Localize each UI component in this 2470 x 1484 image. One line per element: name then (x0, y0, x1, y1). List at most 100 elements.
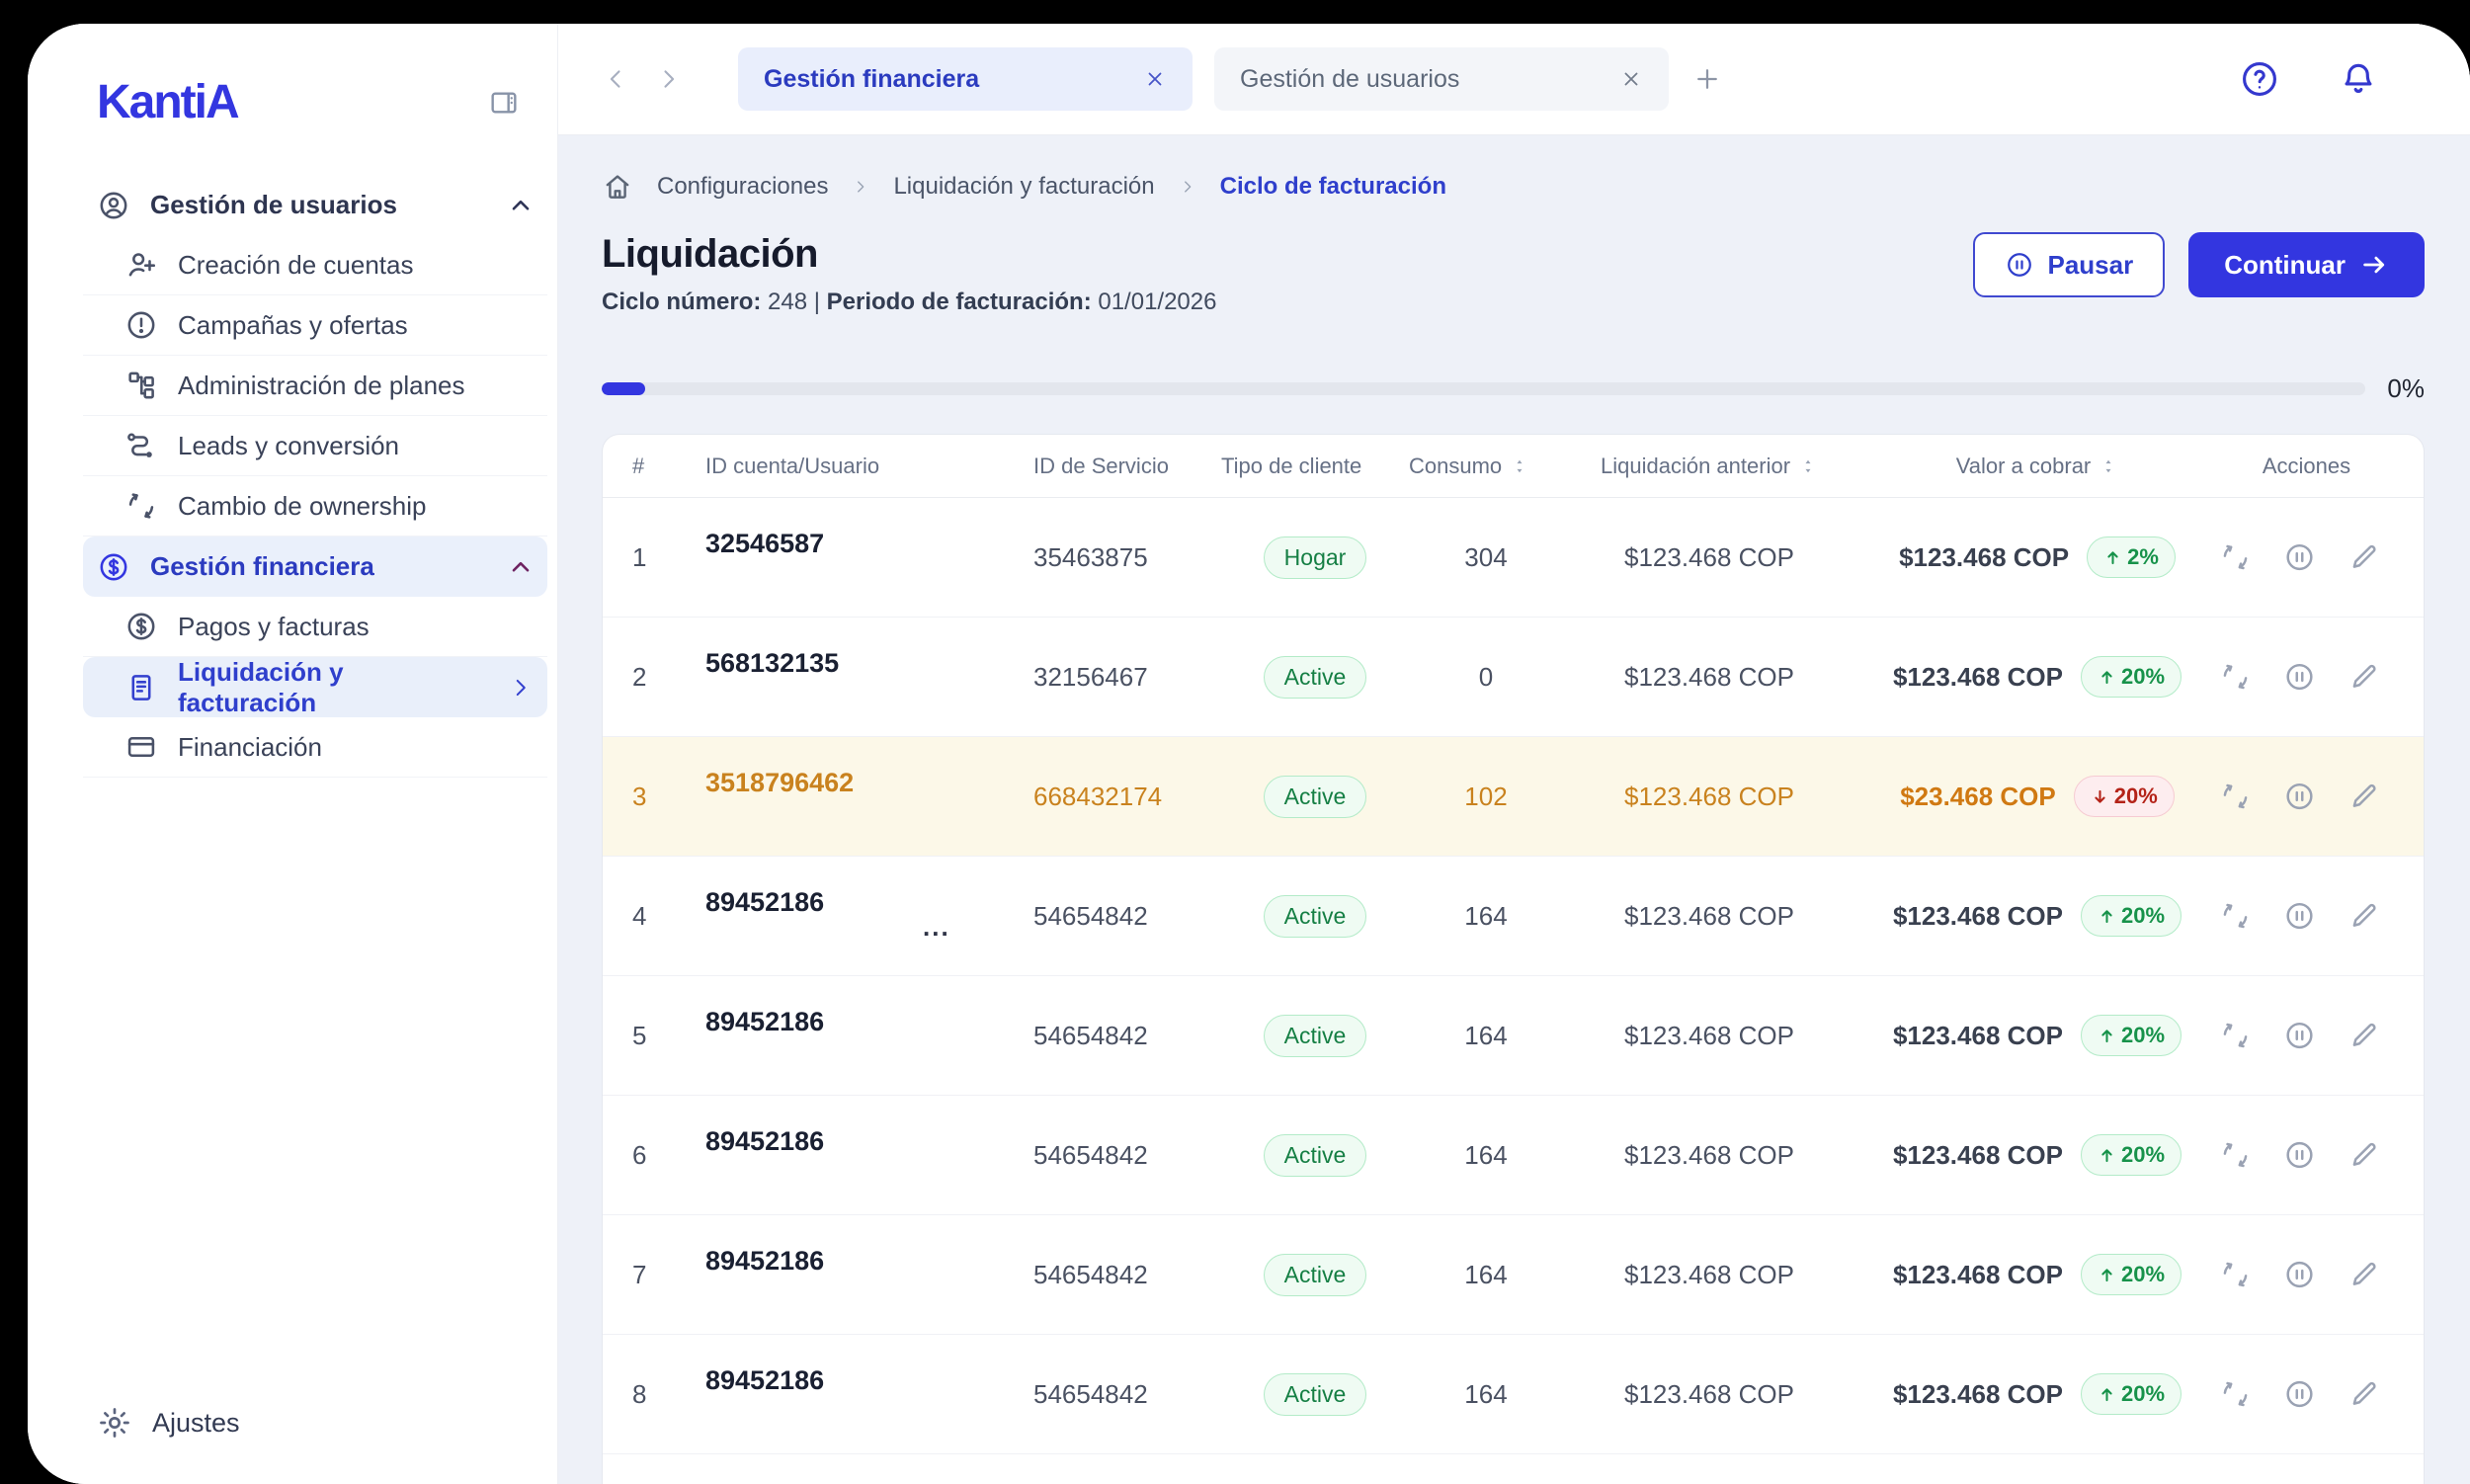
cell-row-number: 4 (632, 901, 705, 932)
column-header-id-de-servicio: ID de Servicio (1033, 453, 1221, 479)
edit-row-button[interactable] (2347, 1258, 2380, 1291)
edit-row-button[interactable] (2347, 899, 2380, 933)
close-icon[interactable] (1619, 67, 1643, 91)
continue-button[interactable]: Continuar (2188, 232, 2425, 297)
value-to-charge: $23.468 COP (1900, 782, 2056, 812)
refresh-row-button[interactable] (2219, 540, 2252, 574)
sidebar-item-creacion-de-cuentas[interactable]: Creación de cuentas (83, 235, 547, 295)
pause-row-button[interactable] (2283, 1138, 2316, 1172)
sidebar-item-financiacion[interactable]: Financiación (83, 717, 547, 778)
pause-row-button[interactable] (2283, 1019, 2316, 1052)
cell-row-number: 8 (632, 1379, 705, 1410)
refresh-row-button[interactable] (2219, 1258, 2252, 1291)
delta-badge: 20% (2081, 1134, 2182, 1176)
app-window: KantiA Gestión de usuariosCreación de cu… (28, 24, 2470, 1484)
refresh-row-button[interactable] (2219, 1138, 2252, 1172)
cell-row-number: 3 (632, 782, 705, 812)
topbar-right-icons (2239, 58, 2379, 100)
column-header-valor-a-cobrar[interactable]: Valor a cobrar (1855, 453, 2219, 479)
refresh-icon (2219, 1019, 2252, 1052)
help-icon[interactable] (2239, 58, 2280, 100)
edit-row-button[interactable] (2347, 1019, 2380, 1052)
column-header-tipo-de-cliente: Tipo de cliente (1221, 453, 1409, 479)
breadcrumb-item-liquidacion-y-facturacion[interactable]: Liquidación y facturación (893, 173, 1154, 201)
arrow-right-icon (2359, 250, 2389, 280)
sidebar-item-label: Liquidación y facturación (178, 657, 488, 718)
edit-icon (2347, 660, 2380, 694)
edit-row-button[interactable] (2347, 660, 2380, 694)
sidebar-collapse-icon[interactable] (486, 87, 522, 119)
client-type-badge: Active (1264, 656, 1367, 699)
breadcrumb-item-configuraciones[interactable]: Configuraciones (657, 173, 828, 201)
cycle-value: 248 (768, 289, 807, 315)
sidebar-item-pagos-y-facturas[interactable]: Pagos y facturas (83, 597, 547, 657)
sidebar-item-gestion-financiera[interactable]: Gestión financiera (83, 536, 547, 597)
sidebar-item-administracion-de-planes[interactable]: Administración de planes (83, 356, 547, 416)
cell-client-type: Active (1221, 1015, 1409, 1057)
sort-icon[interactable] (1510, 456, 1529, 476)
progress-percent: 0% (2387, 373, 2425, 404)
home-icon[interactable] (602, 171, 633, 203)
pause-row-button[interactable] (2283, 780, 2316, 813)
chevron-up-icon (508, 554, 534, 580)
cell-value-to-charge: $23.468 COP 20% (1855, 776, 2219, 817)
receipt-icon (124, 671, 158, 704)
refresh-row-button[interactable] (2219, 780, 2252, 813)
pause-row-button[interactable] (2283, 1377, 2316, 1411)
cell-consumption: 102 (1409, 782, 1563, 812)
refresh-row-button[interactable] (2219, 1377, 2252, 1411)
refresh-row-button[interactable] (2219, 899, 2252, 933)
cell-account-id: 89452186 (705, 1096, 1033, 1214)
new-tab-icon[interactable] (1692, 64, 1722, 94)
pause-circle-icon (2283, 899, 2316, 933)
cell-service-id: 35463875 (1033, 542, 1221, 573)
column-label: Valor a cobrar (1956, 453, 2092, 479)
sidebar-item-label: Campañas y ofertas (178, 310, 408, 341)
close-icon[interactable] (1143, 67, 1167, 91)
nav-back-icon[interactable] (602, 65, 629, 93)
edit-icon (2347, 1258, 2380, 1291)
cell-actions (2219, 1019, 2394, 1052)
sidebar-item-liquidacion-y-facturacion[interactable]: Liquidación y facturación (83, 657, 547, 717)
sidebar-item-label: Gestión financiera (150, 551, 374, 582)
page-subtitle: Ciclo número: 248 | Periodo de facturaci… (602, 289, 1216, 316)
sidebar-item-label: Financiación (178, 732, 322, 763)
cell-previous-liquidation: $123.468 COP (1563, 1140, 1855, 1171)
refresh-icon (2219, 899, 2252, 933)
sidebar-item-gestion-de-usuarios[interactable]: Gestión de usuarios (83, 175, 547, 235)
sidebar-item-cambio-de-ownership[interactable]: Cambio de ownership (83, 476, 547, 536)
app-logo: KantiA (97, 75, 238, 129)
sidebar-item-campanas-y-ofertas[interactable]: Campañas y ofertas (83, 295, 547, 356)
edit-row-button[interactable] (2347, 1377, 2380, 1411)
client-type-badge: Hogar (1264, 536, 1367, 579)
tab-gestion-financiera[interactable]: Gestión financiera (738, 47, 1193, 111)
pause-row-button[interactable] (2283, 899, 2316, 933)
refresh-row-button[interactable] (2219, 1019, 2252, 1052)
column-header-consumo[interactable]: Consumo (1409, 453, 1563, 479)
breadcrumb-item-ciclo-de-facturacion[interactable]: Ciclo de facturación (1220, 173, 1446, 201)
column-header-liquidacion-anterior[interactable]: Liquidación anterior (1563, 453, 1855, 479)
table-row: 68945218654654842Active164$123.468 COP$1… (603, 1096, 2424, 1215)
column-label: Acciones (2263, 453, 2350, 479)
pause-row-button[interactable] (2283, 1258, 2316, 1291)
delta-value: 20% (2114, 783, 2158, 809)
tab-gestion-de-usuarios[interactable]: Gestión de usuarios (1214, 47, 1669, 111)
table-row: 88945218654654842Active164$123.468 COP$1… (603, 1335, 2424, 1454)
sidebar-item-ajustes[interactable]: Ajustes (97, 1405, 534, 1441)
pause-row-button[interactable] (2283, 540, 2316, 574)
nav-forward-icon[interactable] (655, 65, 683, 93)
cell-actions (2219, 1377, 2394, 1411)
sort-icon[interactable] (2099, 456, 2118, 476)
cell-client-type: Active (1221, 1134, 1409, 1177)
sort-icon[interactable] (1798, 456, 1818, 476)
edit-row-button[interactable] (2347, 780, 2380, 813)
refresh-row-button[interactable] (2219, 660, 2252, 694)
cell-account-id: 89452186 (705, 1215, 1033, 1334)
edit-row-button[interactable] (2347, 540, 2380, 574)
edit-row-button[interactable] (2347, 1138, 2380, 1172)
sidebar-item-leads-y-conversion[interactable]: Leads y conversión (83, 416, 547, 476)
arrow-up-small-icon (2103, 548, 2122, 567)
pause-row-button[interactable] (2283, 660, 2316, 694)
pause-button[interactable]: Pausar (1973, 232, 2166, 297)
bell-icon[interactable] (2338, 58, 2379, 100)
